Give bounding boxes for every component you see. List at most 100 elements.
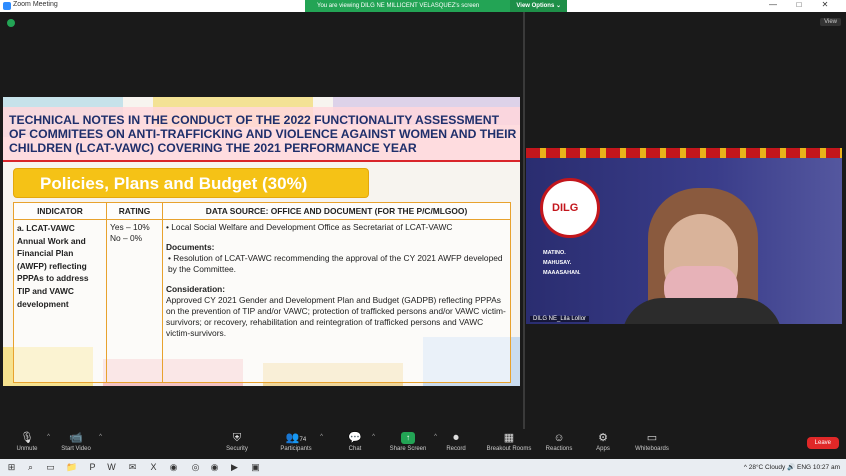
chevron-up-icon[interactable]: ^ bbox=[434, 434, 437, 440]
maximize-button[interactable]: □ bbox=[786, 0, 812, 9]
view-button[interactable]: View bbox=[820, 18, 841, 26]
whiteboards-label: Whiteboards bbox=[635, 446, 669, 452]
word-icon[interactable]: W bbox=[106, 462, 117, 473]
participant-video[interactable]: DILG MATINO. MAHUSAY. MAAASAHAN. DILG NE… bbox=[526, 148, 842, 324]
share-banner: You are viewing DILG NE MILLICENT VELASQ… bbox=[305, 0, 567, 12]
app-taskbar-icon[interactable]: ▣ bbox=[250, 462, 261, 473]
title-divider bbox=[3, 160, 520, 162]
chat-label: Chat bbox=[348, 446, 362, 452]
breakout-rooms-label: Breakout Rooms bbox=[486, 446, 532, 452]
minimize-button[interactable]: — bbox=[760, 0, 786, 9]
chat-icon: 💬 bbox=[348, 432, 362, 444]
dilg-logo-text: DILG bbox=[552, 202, 579, 214]
unmute-label: Unmute bbox=[16, 446, 38, 452]
breakout-rooms-icon: ▦ bbox=[503, 432, 515, 444]
rating-cell: Yes – 10% No – 0% bbox=[106, 219, 163, 383]
reactions-button[interactable]: ☺ Reactions bbox=[543, 432, 575, 452]
rating-no: No – 0% bbox=[110, 233, 143, 243]
data-source-cell: • Local Social Welfare and Development O… bbox=[162, 219, 511, 383]
search-icon[interactable]: ⌕ bbox=[25, 462, 36, 473]
file-explorer-icon[interactable]: 📁 bbox=[66, 462, 77, 473]
unmute-button[interactable]: 🎙 Unmute ^ bbox=[12, 432, 50, 452]
whiteboards-button[interactable]: ▭ Whiteboards bbox=[630, 432, 674, 452]
record-button[interactable]: ⏺ Record bbox=[443, 432, 469, 452]
windows-taskbar: ⊞ ⌕ ▭ 📁 P W ✉ X ◉ ◎ ◉ ▶ ▣ ^ 28°C Cloudy … bbox=[0, 459, 846, 476]
split-divider[interactable] bbox=[523, 12, 525, 429]
window-title: Zoom Meeting bbox=[13, 1, 58, 8]
chat-button[interactable]: 💬 Chat ^ bbox=[343, 432, 375, 452]
smiley-icon: ☺ bbox=[553, 432, 565, 444]
table-row: a. LCAT-VAWC Annual Work and Financial P… bbox=[13, 219, 511, 383]
ds-consideration-label: Consideration: bbox=[166, 284, 226, 294]
chrome-icon[interactable]: ◉ bbox=[168, 462, 179, 473]
reactions-label: Reactions bbox=[545, 446, 573, 452]
dilg-motto: MATINO. MAHUSAY. MAAASAHAN. bbox=[543, 248, 581, 278]
window-controls: — □ ✕ bbox=[760, 0, 838, 9]
apps-button[interactable]: ⚙ Apps bbox=[592, 432, 614, 452]
share-screen-icon: ↑ bbox=[401, 432, 415, 444]
apps-label: Apps bbox=[596, 446, 610, 452]
chevron-up-icon[interactable]: ^ bbox=[320, 434, 323, 440]
start-icon[interactable]: ⊞ bbox=[6, 462, 17, 473]
share-screen-button[interactable]: ↑ Share Screen ^ bbox=[387, 432, 437, 452]
section-banner: Policies, Plans and Budget (30%) bbox=[13, 168, 369, 198]
whiteboard-icon: ▭ bbox=[646, 432, 658, 444]
meeting-toolbar: 🎙 Unmute ^ 📹 Start Video ^ ⛨ Security 👥74 Part… bbox=[0, 429, 846, 459]
chevron-up-icon[interactable]: ^ bbox=[372, 434, 375, 440]
criteria-table: INDICATOR RATING DATA SOURCE: OFFICE AND… bbox=[13, 202, 511, 383]
participant-name: DILG NE_Lila Lollor bbox=[530, 316, 590, 322]
close-button[interactable]: ✕ bbox=[812, 0, 838, 9]
ds-consideration-text: Approved CY 2021 Gender and Development … bbox=[166, 295, 506, 338]
ds-documents-label: Documents: bbox=[166, 242, 215, 252]
header-indicator: INDICATOR bbox=[13, 202, 107, 220]
chevron-up-icon[interactable]: ^ bbox=[47, 434, 50, 440]
table-header-row: INDICATOR RATING DATA SOURCE: OFFICE AND… bbox=[13, 202, 511, 220]
browser-icon[interactable]: ◎ bbox=[190, 462, 201, 473]
indicator-cell: a. LCAT-VAWC Annual Work and Financial P… bbox=[13, 219, 107, 383]
breakout-rooms-button[interactable]: ▦ Breakout Rooms bbox=[481, 432, 537, 452]
section-title: Policies, Plans and Budget (30%) bbox=[40, 174, 308, 193]
video-off-icon: 📹 bbox=[69, 432, 83, 444]
muted-microphone-icon: 🎙 bbox=[20, 432, 34, 444]
motto-line: MATINO. bbox=[543, 250, 566, 256]
slide-title: TECHNICAL NOTES IN THE CONDUCT OF THE 20… bbox=[9, 113, 517, 155]
ds-bullet-office: • Local Social Welfare and Development O… bbox=[166, 222, 453, 232]
title-bar: Zoom Meeting You are viewing DILG NE MIL… bbox=[0, 0, 846, 12]
start-video-button[interactable]: 📹 Start Video ^ bbox=[58, 432, 102, 452]
leave-button[interactable]: Leave bbox=[806, 437, 839, 449]
security-button[interactable]: ⛨ Security bbox=[223, 432, 251, 452]
record-label: Record bbox=[446, 446, 466, 452]
participants-button[interactable]: 👥74 Participants ^ bbox=[277, 432, 323, 452]
system-tray[interactable]: ^ 28°C Cloudy 🔊 ENG 10:27 am bbox=[744, 463, 840, 471]
outlook-icon[interactable]: ✉ bbox=[127, 462, 138, 473]
shield-icon: ⛨ bbox=[232, 432, 242, 444]
share-screen-label: Share Screen bbox=[389, 446, 427, 452]
shared-slide: TECHNICAL NOTES IN THE CONDUCT OF THE 20… bbox=[3, 97, 520, 386]
task-view-icon[interactable]: ▭ bbox=[45, 462, 56, 473]
powerpoint-icon[interactable]: P bbox=[87, 462, 98, 473]
motto-line: MAHUSAY. bbox=[543, 260, 572, 266]
chrome-profile-icon[interactable]: ◉ bbox=[209, 462, 220, 473]
zoom-taskbar-icon[interactable]: ▶ bbox=[229, 462, 240, 473]
participant-shoulders bbox=[622, 298, 782, 324]
excel-icon[interactable]: X bbox=[148, 462, 159, 473]
motto-line: MAAASAHAN. bbox=[543, 270, 581, 276]
meeting-area: View TECHNICAL NOTES IN THE CONDUCT OF T… bbox=[0, 12, 846, 429]
encryption-shield-icon[interactable] bbox=[7, 19, 15, 27]
participants-label: Participants bbox=[280, 446, 312, 452]
record-icon: ⏺ bbox=[453, 432, 459, 444]
view-options-button[interactable]: View Options ⌄ bbox=[510, 0, 567, 12]
rating-yes: Yes – 10% bbox=[110, 222, 150, 232]
header-data-source: DATA SOURCE: OFFICE AND DOCUMENT (FOR TH… bbox=[162, 202, 511, 220]
apps-icon: ⚙ bbox=[598, 432, 608, 444]
participants-count: 74 bbox=[299, 437, 307, 443]
participants-icon: 👥74 bbox=[285, 432, 307, 444]
share-banner-text: You are viewing DILG NE MILLICENT VELASQ… bbox=[317, 3, 480, 9]
ds-bullet-resolution: • Resolution of LCAT-VAWC recommending t… bbox=[168, 253, 503, 274]
header-rating: RATING bbox=[106, 202, 163, 220]
chevron-up-icon[interactable]: ^ bbox=[99, 434, 102, 440]
start-video-label: Start Video bbox=[61, 446, 91, 452]
background-stripe bbox=[526, 148, 842, 158]
zoom-logo-icon bbox=[3, 2, 11, 10]
security-label: Security bbox=[226, 446, 248, 452]
